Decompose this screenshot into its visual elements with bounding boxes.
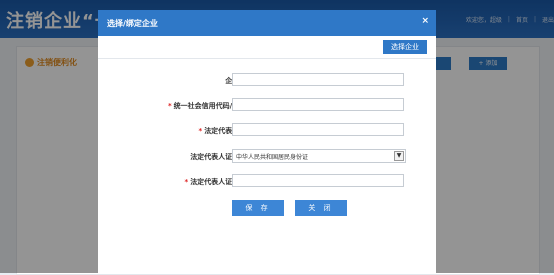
id-type-selected: 中华人民共和国居民身份证 xyxy=(236,153,309,161)
choose-enterprise-button[interactable]: 选择企业 xyxy=(383,40,427,54)
save-button[interactable]: 保 存 xyxy=(232,200,284,216)
company-name-input[interactable] xyxy=(232,73,404,86)
bind-enterprise-dialog: 选择/绑定企业 × 选择企业 企业名称: *统一社会信用代码/注册号: *法定代… xyxy=(98,10,436,273)
id-type-select[interactable]: 中华人民共和国居民身份证 ▼ xyxy=(232,149,406,163)
form-row-credit-code: * 统一社会信用代码/注册号: xyxy=(98,98,436,113)
form-row-id-number: * 法定代表人证件号码: xyxy=(98,174,436,189)
dialog-toolbar: 选择企业 xyxy=(98,36,436,59)
form-row-id-type: 法定代表人证件类型: 中华人民共和国居民身份证 ▼ xyxy=(98,149,436,164)
required-mark: * xyxy=(184,178,189,186)
close-icon[interactable]: × xyxy=(421,16,429,26)
dialog-header: 选择/绑定企业 × xyxy=(98,10,436,36)
chevron-down-icon: ▼ xyxy=(394,151,404,161)
dialog-title: 选择/绑定企业 xyxy=(107,19,158,28)
credit-code-input[interactable] xyxy=(232,98,404,111)
form-row-company-name: 企业名称: xyxy=(98,73,436,88)
required-mark: * xyxy=(167,102,172,110)
id-number-input[interactable] xyxy=(232,174,404,187)
form-row-legal-rep-name: * 法定代表人姓名: xyxy=(98,123,436,138)
required-mark: * xyxy=(198,127,203,135)
legal-rep-name-input[interactable] xyxy=(232,123,404,136)
close-button[interactable]: 关 闭 xyxy=(295,200,347,216)
dialog-actions: 保 存 关 闭 xyxy=(232,200,347,216)
